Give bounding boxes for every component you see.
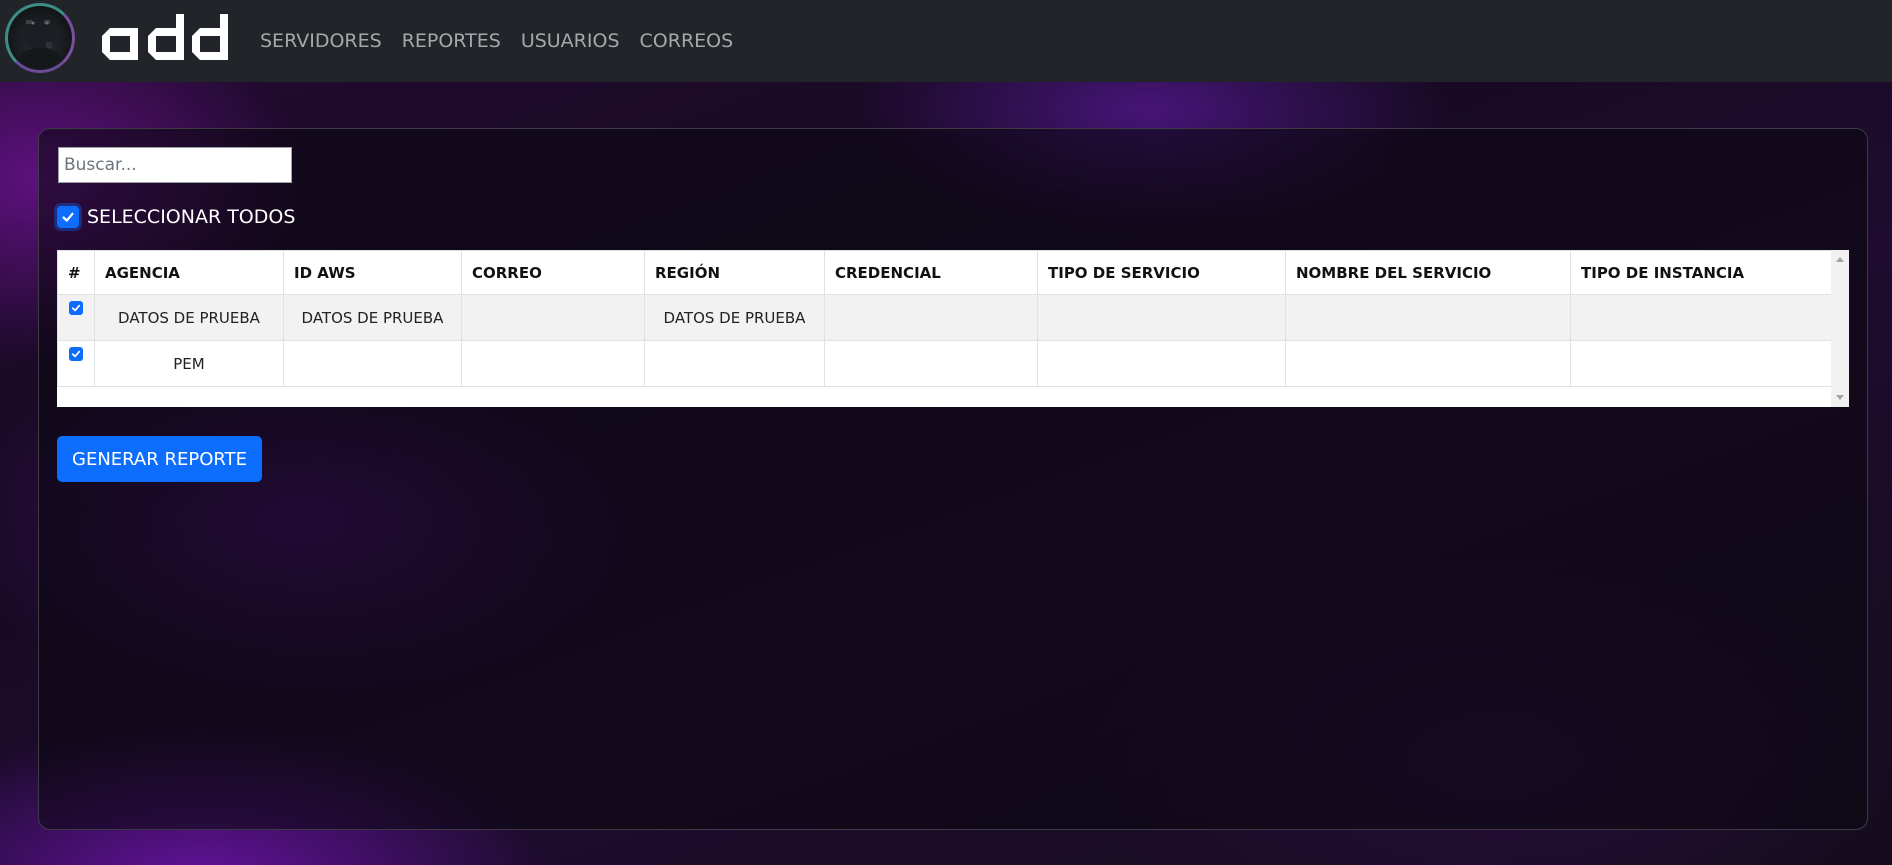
column-header-credencial: CREDENCIAL <box>824 250 1038 295</box>
cell-correo <box>461 340 645 387</box>
column-header-index: # <box>57 250 95 295</box>
table-row: DATOS DE PRUEBA DATOS DE PRUEBA DATOS DE… <box>57 294 1832 341</box>
row-checkbox[interactable] <box>69 300 83 315</box>
cell-correo <box>461 294 645 341</box>
nav-link-usuarios[interactable]: USUARIOS <box>521 30 620 52</box>
cell-credencial <box>824 340 1038 387</box>
scroll-down-arrow-icon[interactable] <box>1836 395 1844 400</box>
generate-report-button[interactable]: GENERAR REPORTE <box>57 436 262 482</box>
nav-link-servidores[interactable]: SERVIDORES <box>260 30 382 52</box>
row-checkbox-cell <box>57 340 95 387</box>
row-checkbox-cell <box>57 294 95 341</box>
cell-tipo-servicio <box>1037 294 1286 341</box>
services-table-container[interactable]: # AGENCIA ID AWS CORREO REGIÓN CREDENCIA… <box>57 250 1849 407</box>
odd-logo[interactable] <box>98 12 232 68</box>
nav-link-reportes[interactable]: REPORTES <box>402 30 501 52</box>
scroll-up-arrow-icon[interactable] <box>1836 257 1844 262</box>
cell-region <box>644 340 825 387</box>
table-scrollbar[interactable] <box>1831 250 1849 407</box>
table-header-row: # AGENCIA ID AWS CORREO REGIÓN CREDENCIA… <box>57 250 1832 295</box>
avatar-image <box>20 20 60 68</box>
cell-tipo-servicio <box>1037 340 1286 387</box>
table-row: PEM <box>57 340 1832 387</box>
nav-link-correos[interactable]: CORREOS <box>640 30 734 52</box>
cell-nombre-servicio <box>1285 294 1571 341</box>
column-header-id-aws: ID AWS <box>283 250 462 295</box>
row-checkbox[interactable] <box>69 346 83 361</box>
cell-nombre-servicio <box>1285 340 1571 387</box>
cell-id-aws: DATOS DE PRUEBA <box>283 294 462 341</box>
column-header-agencia: AGENCIA <box>94 250 284 295</box>
cell-agencia: DATOS DE PRUEBA <box>94 294 284 341</box>
nav-links: SERVIDORES REPORTES USUARIOS CORREOS <box>260 0 753 82</box>
select-all-checkbox[interactable] <box>57 206 79 228</box>
cell-tipo-instancia <box>1570 340 1832 387</box>
search-input[interactable] <box>58 147 292 183</box>
check-icon <box>71 304 81 311</box>
check-icon <box>71 350 81 357</box>
report-card: SELECCIONAR TODOS # AGENCIA ID AWS CO <box>38 128 1868 830</box>
avatar[interactable] <box>5 3 75 73</box>
column-header-tipo-servicio: TIPO DE SERVICIO <box>1037 250 1286 295</box>
cell-agencia: PEM <box>94 340 284 387</box>
services-table: # AGENCIA ID AWS CORREO REGIÓN CREDENCIA… <box>57 250 1832 387</box>
column-header-correo: CORREO <box>461 250 645 295</box>
select-all-label: SELECCIONAR TODOS <box>87 206 296 228</box>
cell-credencial <box>824 294 1038 341</box>
column-header-tipo-instancia: TIPO DE INSTANCIA <box>1570 250 1832 295</box>
column-header-region: REGIÓN <box>644 250 825 295</box>
cell-region: DATOS DE PRUEBA <box>644 294 825 341</box>
check-icon <box>62 212 74 222</box>
column-header-nombre-servicio: NOMBRE DEL SERVICIO <box>1285 250 1571 295</box>
cell-id-aws <box>283 340 462 387</box>
select-all-control[interactable]: SELECCIONAR TODOS <box>57 206 295 228</box>
navbar: SERVIDORES REPORTES USUARIOS CORREOS <box>0 0 1892 82</box>
cell-tipo-instancia <box>1570 294 1832 341</box>
